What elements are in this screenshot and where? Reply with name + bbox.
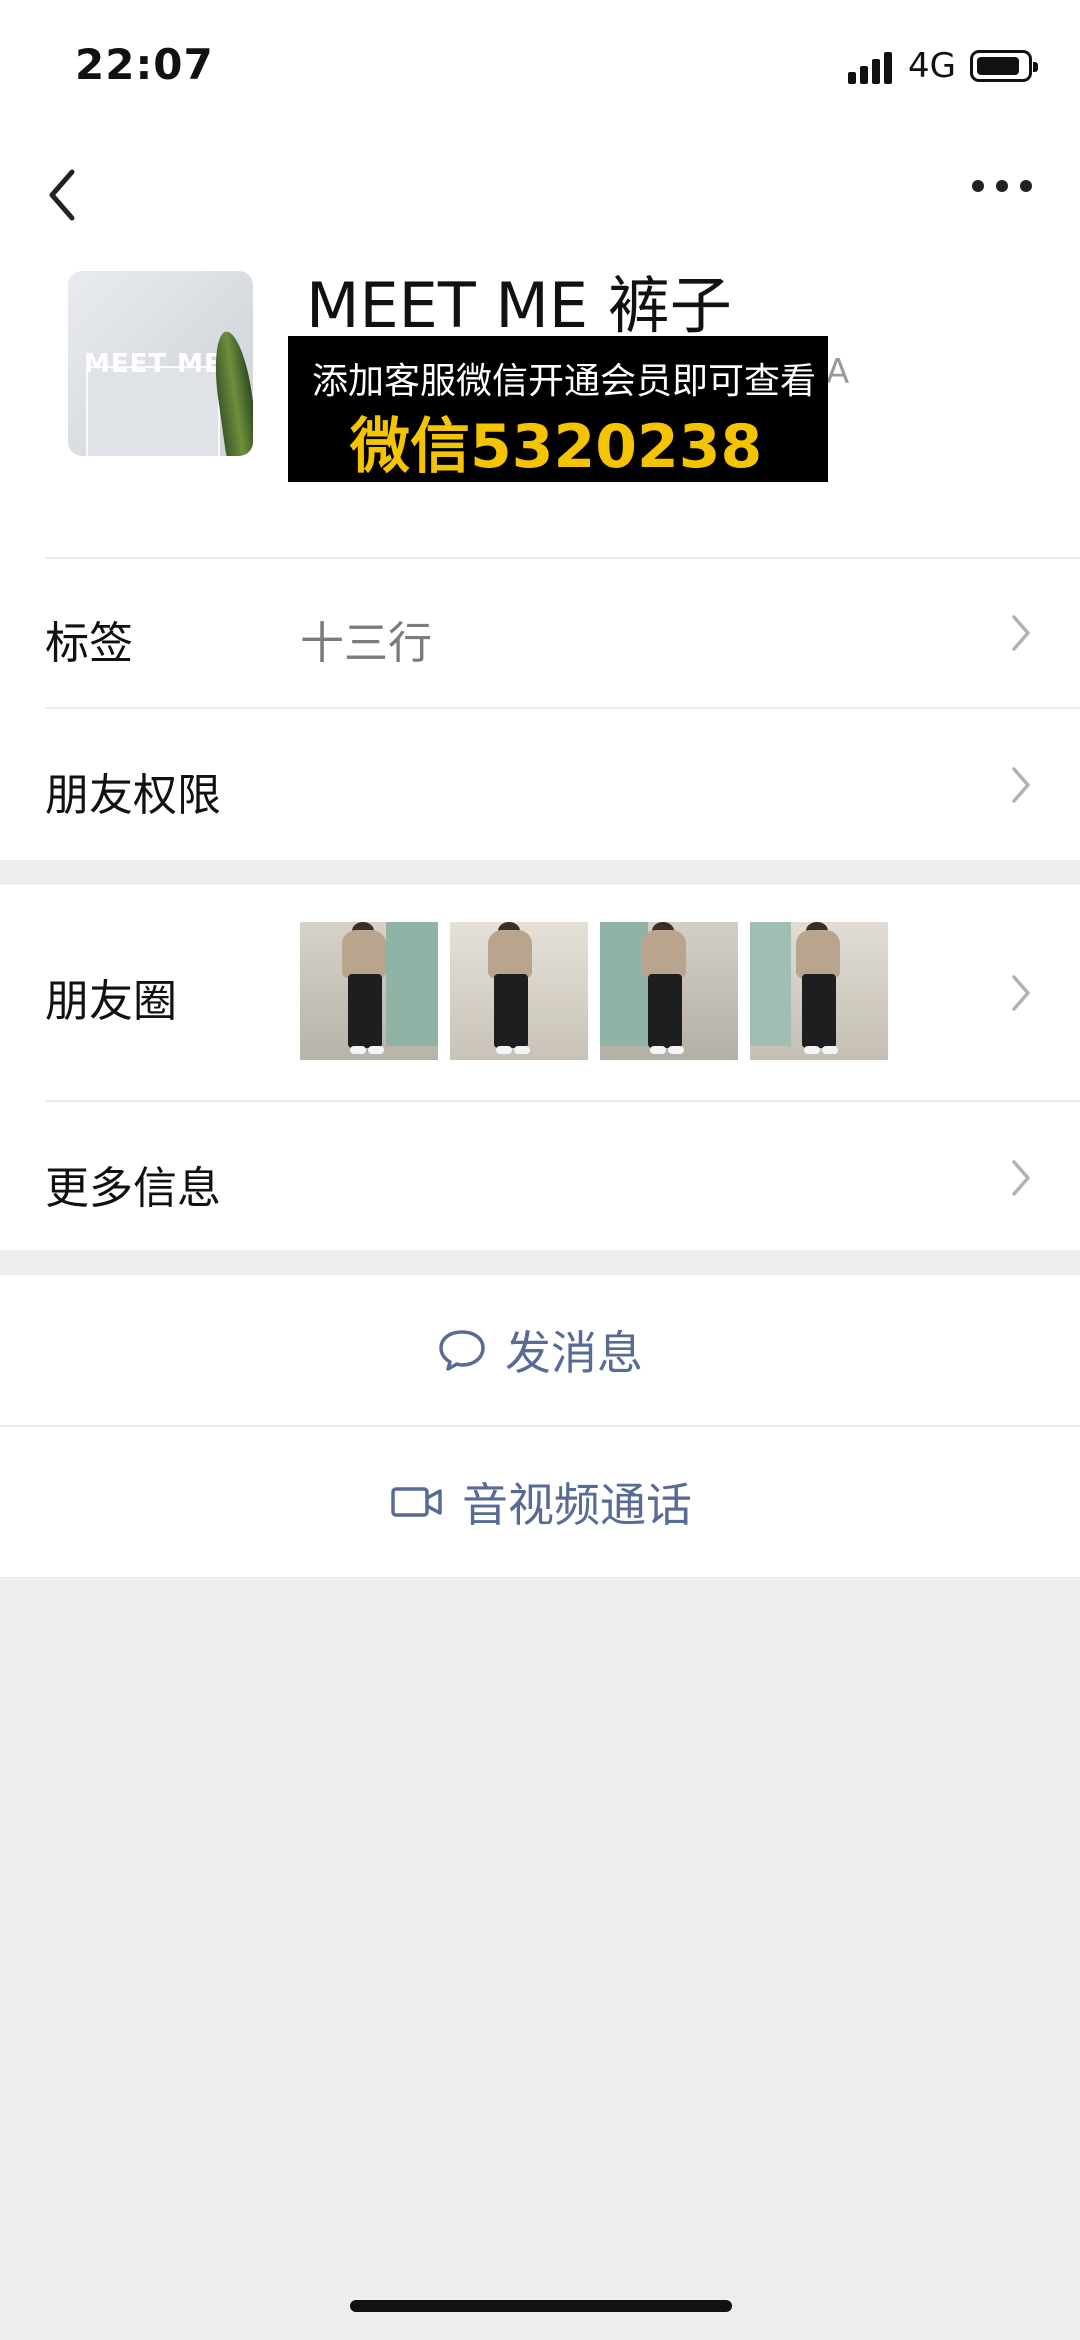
video-call-button[interactable]: 音视频通话 (0, 1427, 1080, 1577)
battery-icon (970, 50, 1038, 82)
hidden-id-tail: A (826, 352, 850, 392)
more-info-row[interactable]: 更多信息 (0, 1100, 1080, 1250)
signal-strength-icon (848, 52, 896, 84)
chevron-right-icon (1012, 767, 1030, 803)
more-dots-icon[interactable] (972, 180, 1032, 194)
moment-thumbnail (300, 922, 438, 1060)
more-info-label: 更多信息 (45, 1163, 221, 1214)
status-time: 22:07 (75, 40, 214, 89)
promo-line-1: 添加客服微信开通会员即可查看 (312, 361, 817, 402)
video-call-label: 音视频通话 (462, 1478, 692, 1532)
friend-permissions-row[interactable]: 朋友权限 (0, 707, 1080, 860)
avatar[interactable]: MEET ME (68, 271, 253, 456)
home-indicator[interactable] (350, 2300, 732, 2312)
chevron-right-icon (1012, 975, 1030, 1011)
info-section: 标签 十三行 朋友权限 (0, 555, 1080, 860)
network-type: 4G (908, 46, 956, 86)
send-message-button[interactable]: 发消息 (0, 1275, 1080, 1425)
moment-thumbnail (750, 922, 888, 1060)
friend-permissions-label: 朋友权限 (45, 770, 221, 821)
tags-label: 标签 (45, 618, 133, 669)
tags-row[interactable]: 标签 十三行 (0, 555, 1080, 707)
avatar-text: MEET ME (84, 349, 223, 379)
video-camera-icon (391, 1487, 442, 1517)
send-message-label: 发消息 (505, 1326, 643, 1380)
profile-name: MEET ME 裤子 (306, 269, 732, 342)
moment-thumbnail (600, 922, 738, 1060)
promo-line-2: 微信5320238 (350, 412, 763, 482)
chevron-right-icon (1012, 615, 1030, 651)
status-bar: 22:07 4G (0, 0, 1080, 130)
back-chevron-icon[interactable] (40, 160, 90, 230)
tags-value: 十三行 (300, 618, 432, 669)
moments-label: 朋友圈 (45, 976, 177, 1027)
chat-bubble-icon (439, 1330, 485, 1371)
chevron-right-icon (1012, 1160, 1030, 1196)
moment-thumbnail (450, 922, 588, 1060)
promo-overlay: 添加客服微信开通会员即可查看 微信5320238 (288, 336, 828, 482)
